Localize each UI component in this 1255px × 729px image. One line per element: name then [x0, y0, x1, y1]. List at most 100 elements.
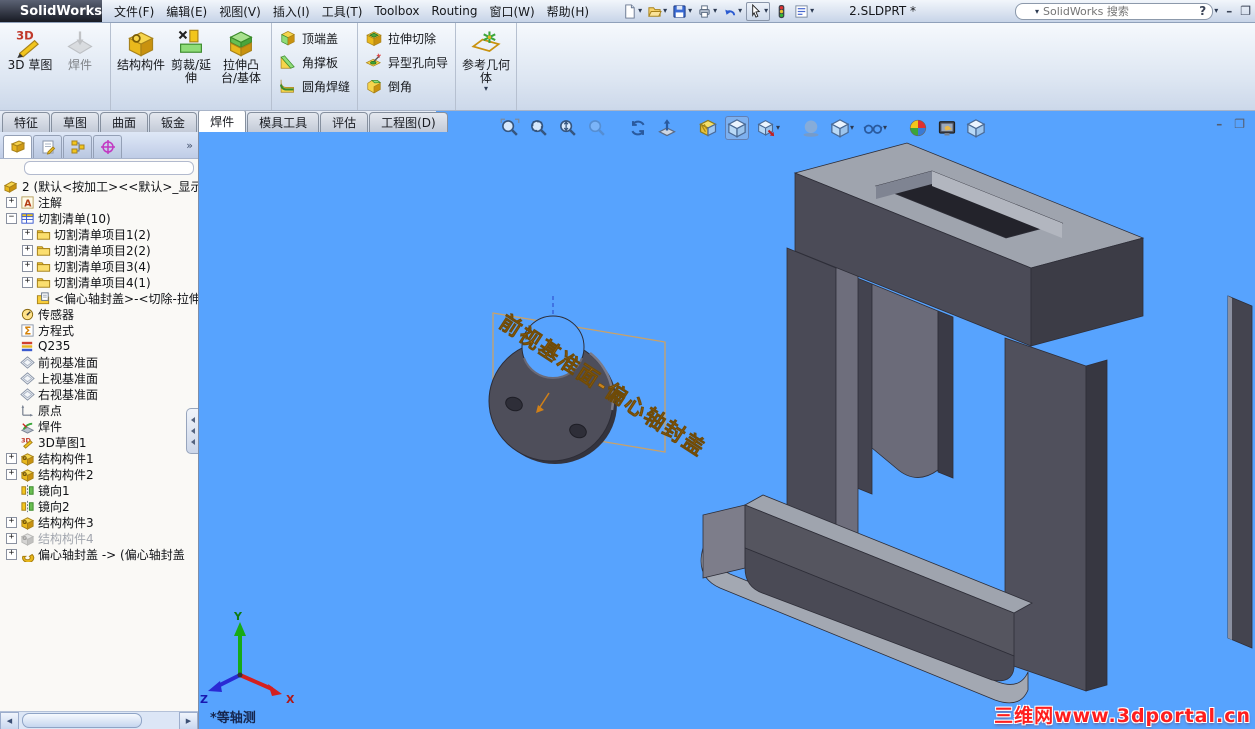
tree-item[interactable]: Σ方程式 [2, 322, 198, 338]
tab-工程图(D)[interactable]: 工程图(D) [369, 112, 448, 132]
display-style-button[interactable]: ▾ [754, 116, 782, 140]
help-button[interactable]: ? [1199, 5, 1206, 17]
expander-plus[interactable]: + [22, 261, 33, 272]
gusset-button[interactable]: 角撑板 [279, 53, 350, 71]
pin-icon[interactable] [597, 4, 611, 18]
menu-item[interactable]: 视图(V) [213, 3, 267, 20]
print-button[interactable]: ▾ [696, 3, 718, 20]
tree-item[interactable]: 传感器 [2, 306, 198, 322]
dropdown-caret-icon[interactable]: ▾ [713, 7, 717, 15]
new-doc-button[interactable]: ▾ [621, 3, 643, 20]
menu-item[interactable]: 编辑(E) [160, 3, 213, 20]
tree-item[interactable]: +切割清单项目2(2) [2, 242, 198, 258]
fillet-bead-button[interactable]: 圆角焊缝 [279, 77, 350, 95]
expander-plus[interactable]: + [22, 245, 33, 256]
doc-minimize-button[interactable]: – [1216, 118, 1222, 130]
expander-minus[interactable]: − [6, 213, 17, 224]
structural-member-button[interactable]: 结构构件 [116, 25, 166, 72]
dropdown-caret-icon[interactable]: ▾ [776, 124, 780, 132]
scroll-track[interactable] [19, 712, 179, 729]
dropdown-caret-icon[interactable]: ▾ [810, 7, 814, 15]
tree-item[interactable]: +切割清单项目3(4) [2, 258, 198, 274]
tree-item[interactable]: 前视基准面 [2, 354, 198, 370]
panel-overflow-chevron[interactable]: » [186, 139, 193, 152]
tree-item[interactable]: −切割清单(10) [2, 210, 198, 226]
open-button[interactable]: ▾ [646, 3, 668, 20]
tree-item[interactable]: 上视基准面 [2, 370, 198, 386]
chamfer-button[interactable]: 倒角 [365, 77, 448, 95]
zoom-inout-button[interactable] [556, 116, 580, 140]
tree-item[interactable]: <偏心轴封盖>-<切除-拉伸 [2, 290, 198, 306]
tree-root[interactable]: 2 (默认<按加工><<默认>_显示 [2, 178, 198, 194]
scroll-thumb[interactable] [22, 713, 142, 728]
menu-item[interactable]: 插入(I) [267, 3, 316, 20]
expander-plus[interactable]: + [6, 453, 17, 464]
save-button[interactable]: ▾ [671, 3, 693, 20]
reference-geometry-button[interactable]: 参考几何体▾ [461, 25, 511, 93]
tree-item[interactable]: +切割清单项目4(1) [2, 274, 198, 290]
minimize-button[interactable]: – [1226, 5, 1232, 17]
tab-特征[interactable]: 特征 [2, 112, 50, 132]
rebuild-button[interactable] [773, 3, 790, 20]
menu-item[interactable]: Toolbox [368, 4, 425, 18]
camera-cube-button[interactable] [964, 116, 988, 140]
menu-item[interactable]: Routing [425, 4, 483, 18]
tree-item[interactable]: 焊件 [2, 418, 198, 434]
extrude-boss-button[interactable]: 拉伸凸台/基体 [216, 25, 266, 85]
view-orientation-button[interactable] [725, 116, 749, 140]
tab-草图[interactable]: 草图 [51, 112, 99, 132]
dropdown-caret-icon[interactable]: ▾ [688, 7, 692, 15]
menu-item[interactable]: 窗口(W) [483, 3, 540, 20]
tree-item[interactable]: +结构构件3 [2, 514, 198, 530]
appearance-button[interactable] [906, 116, 930, 140]
tab-钣金[interactable]: 钣金 [149, 112, 197, 132]
menu-item[interactable]: 帮助(H) [541, 3, 595, 20]
dropdown-caret-icon[interactable]: ▾ [764, 7, 768, 15]
end-cap-button[interactable]: 顶端盖 [279, 29, 350, 47]
dimxpert-tab[interactable] [93, 135, 122, 158]
tab-曲面[interactable]: 曲面 [100, 112, 148, 132]
featuremanager-tab[interactable] [3, 135, 32, 158]
tree-item[interactable]: 右视基准面 [2, 386, 198, 402]
tree-item[interactable]: +切割清单项目1(2) [2, 226, 198, 242]
scene-button[interactable] [935, 116, 959, 140]
tree-item[interactable]: +偏心轴封盖 -> (偏心轴封盖 [2, 546, 198, 562]
search-caret-icon[interactable]: ▾ [1035, 8, 1039, 16]
extruded-cut-button[interactable]: 拉伸切除 [365, 29, 448, 47]
propertymanager-tab[interactable] [33, 135, 62, 158]
graphics-viewport[interactable]: 前视基准面-偏心轴封盖 Y X Z ▾▾▾ – ❐ *等轴测 三维网www.3d… [198, 110, 1255, 729]
select-button[interactable]: ▾ [746, 2, 770, 21]
dropdown-caret-icon[interactable]: ▾ [484, 85, 488, 93]
tree-item[interactable]: +结构构件2 [2, 466, 198, 482]
tree-item[interactable]: 镜向2 [2, 498, 198, 514]
expander-plus[interactable]: + [6, 469, 17, 480]
expander-plus[interactable]: + [22, 229, 33, 240]
expander-plus[interactable]: + [6, 549, 17, 560]
dropdown-caret-icon[interactable]: ▾ [883, 124, 887, 132]
hide-show-button[interactable]: ▾ [861, 116, 889, 140]
tab-焊件[interactable]: 焊件 [198, 109, 246, 132]
tree-item[interactable]: 3D3D草图1 [2, 434, 198, 450]
dropdown-caret-icon[interactable]: ▾ [738, 7, 742, 15]
scroll-right-button[interactable]: ▶ [179, 712, 198, 729]
normal-to-button[interactable] [655, 116, 679, 140]
tree-header-box[interactable] [24, 161, 194, 175]
tree-item[interactable]: Q235 [2, 338, 198, 354]
menu-item[interactable]: 文件(F) [108, 3, 160, 20]
undo-button[interactable]: ▾ [721, 3, 743, 20]
frame-model[interactable] [701, 143, 1252, 703]
tab-模具工具[interactable]: 模具工具 [247, 112, 319, 132]
tree-item[interactable]: +结构构件4 [2, 530, 198, 546]
dropdown-caret-icon[interactable]: ▾ [638, 7, 642, 15]
menu-item[interactable]: 工具(T) [316, 3, 369, 20]
restore-button[interactable]: ❐ [1240, 5, 1251, 17]
eccentric-cover-part[interactable]: 前视基准面-偏心轴封盖 [489, 296, 710, 464]
help-caret-icon[interactable]: ▾ [1214, 7, 1218, 15]
section-view-button[interactable] [696, 116, 720, 140]
search-box[interactable]: ▾ [1015, 3, 1213, 20]
doc-restore-button[interactable]: ❐ [1234, 118, 1245, 130]
view-settings-button[interactable]: ▾ [828, 116, 856, 140]
sketch3d-button[interactable]: 3D3D 草图 [5, 25, 55, 72]
rotate-view-button[interactable] [626, 116, 650, 140]
tree-item[interactable]: 原点 [2, 402, 198, 418]
